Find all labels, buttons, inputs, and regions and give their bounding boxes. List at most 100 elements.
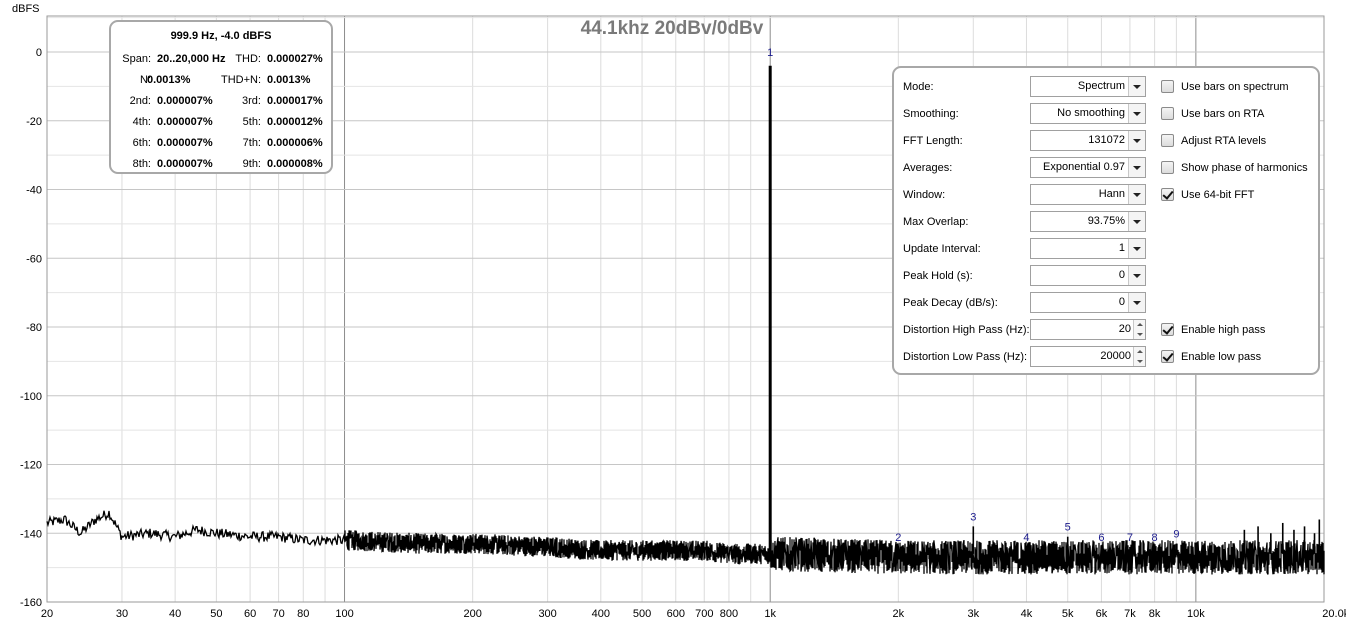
x-tick-label: 300 (538, 608, 556, 620)
enable-low-pass-label[interactable]: Enable low pass (1181, 351, 1261, 363)
mode-row: Mode: Spectrum Use bars on spectrum (894, 76, 1318, 98)
window-value: Hann (1098, 188, 1125, 200)
x-tick-label: 7k (1124, 608, 1136, 620)
x-tick-label: 40 (169, 608, 181, 620)
chevron-down-icon[interactable] (1128, 239, 1145, 258)
stats-value: 0.000012% (267, 116, 323, 128)
chevron-down-icon[interactable] (1128, 77, 1145, 96)
x-tick-label: 6k (1096, 608, 1108, 620)
phase-harmonics-label[interactable]: Show phase of harmonics (1181, 162, 1308, 174)
enable-low-pass-checkbox[interactable] (1161, 350, 1174, 363)
harmonic-marker-label: 7 (1127, 532, 1133, 544)
mode-value: Spectrum (1077, 80, 1125, 92)
stats-label: THD: (235, 53, 261, 65)
x-tick-label: 20.0k Hz (1322, 608, 1346, 620)
averages-value: Exponential 0.97 (1043, 161, 1125, 173)
x-tick-label: 500 (633, 608, 651, 620)
low-pass-stepper[interactable]: 20000 (1030, 346, 1146, 367)
chevron-down-icon[interactable] (1128, 158, 1145, 177)
smoothing-row: Smoothing: No smoothing Use bars on RTA (894, 103, 1318, 125)
peak-decay-select[interactable]: 0 (1030, 292, 1146, 313)
bars-on-rta-checkbox[interactable] (1161, 107, 1174, 120)
peak-decay-row: Peak Decay (dB/s): 0 (894, 292, 1318, 314)
low-pass-label: Distortion Low Pass (Hz): (903, 351, 1028, 363)
smoothing-label: Smoothing: (903, 108, 959, 120)
fft64-checkbox[interactable] (1161, 188, 1174, 201)
max-overlap-select[interactable]: 93.75% (1030, 211, 1146, 232)
phase-harmonics-checkbox[interactable] (1161, 161, 1174, 174)
bars-on-rta-label[interactable]: Use bars on RTA (1181, 108, 1264, 120)
stats-value: 0.000007% (157, 116, 213, 128)
low-pass-row: Distortion Low Pass (Hz): 20000 Enable l… (894, 346, 1318, 368)
bars-on-spectrum-checkbox[interactable] (1161, 80, 1174, 93)
window-select[interactable]: Hann (1030, 184, 1146, 205)
fft-length-label: FFT Length: (903, 135, 963, 147)
stats-label: Span: (122, 53, 151, 65)
update-interval-value: 1 (1118, 242, 1125, 254)
x-tick-label: 60 (244, 608, 256, 620)
harmonic-marker-label: 8 (1152, 532, 1158, 544)
spin-arrows-icon[interactable] (1133, 347, 1145, 366)
fft-length-select[interactable]: 131072 (1030, 130, 1146, 151)
x-tick-label: 2k (893, 608, 905, 620)
enable-high-pass-checkbox[interactable] (1161, 323, 1174, 336)
fft-length-row: FFT Length: 131072 Adjust RTA levels (894, 130, 1318, 152)
fft64-label[interactable]: Use 64-bit FFT (1181, 189, 1254, 201)
chevron-down-icon[interactable] (1128, 212, 1145, 231)
y-tick-label: -60 (26, 253, 42, 265)
window-row: Window: Hann Use 64-bit FFT (894, 184, 1318, 206)
smoothing-select[interactable]: No smoothing (1030, 103, 1146, 124)
update-interval-select[interactable]: 1 (1030, 238, 1146, 259)
x-tick-label: 80 (297, 608, 309, 620)
stats-row: Span: 20..20,000 Hz THD: 0.000027% (111, 53, 331, 67)
spin-arrows-icon[interactable] (1133, 320, 1145, 339)
mode-select[interactable]: Spectrum (1030, 76, 1146, 97)
peak-decay-value: 0 (1118, 296, 1125, 308)
max-overlap-value: 93.75% (1087, 215, 1125, 227)
x-tick-label: 8k (1149, 608, 1161, 620)
y-tick-label: -40 (26, 185, 42, 197)
high-pass-stepper[interactable]: 20 (1030, 319, 1146, 340)
stats-value: 0.000008% (267, 158, 323, 170)
stats-row: 6th: 0.000007% 7th: 0.000006% (111, 137, 331, 151)
peak-hold-value: 0 (1118, 269, 1125, 281)
bars-on-spectrum-label[interactable]: Use bars on spectrum (1181, 81, 1289, 93)
stats-value: 0.000006% (267, 137, 323, 149)
chart-title: 44.1khz 20dBv/0dBv (581, 18, 764, 39)
chevron-down-icon[interactable] (1128, 185, 1145, 204)
harmonic-marker-label: 4 (1023, 532, 1029, 544)
harmonic-marker-label: 2 (895, 532, 901, 544)
chevron-down-icon[interactable] (1128, 104, 1145, 123)
smoothing-value: No smoothing (1057, 107, 1125, 119)
enable-high-pass-label[interactable]: Enable high pass (1181, 324, 1265, 336)
averages-select[interactable]: Exponential 0.97 (1030, 157, 1146, 178)
harmonic-marker-label: 3 (970, 511, 976, 523)
chevron-down-icon[interactable] (1128, 131, 1145, 150)
stats-label: THD+N: (220, 74, 261, 86)
averages-row: Averages: Exponential 0.97 Show phase of… (894, 157, 1318, 179)
stats-row: N: 0.0013% THD+N: 0.0013% (111, 74, 331, 88)
x-tick-label: 600 (667, 608, 685, 620)
stats-value: 0.0013% (147, 74, 191, 86)
x-tick-label: 800 (720, 608, 738, 620)
high-pass-value: 20 (1118, 323, 1131, 335)
stats-row: 8th: 0.000007% 9th: 0.000008% (111, 158, 331, 172)
chevron-down-icon[interactable] (1128, 293, 1145, 312)
x-tick-label: 70 (272, 608, 284, 620)
max-overlap-label: Max Overlap: (903, 216, 969, 228)
x-tick-label: 200 (463, 608, 481, 620)
y-tick-label: -140 (20, 528, 42, 540)
peak-hold-select[interactable]: 0 (1030, 265, 1146, 286)
x-tick-label: 100 (335, 608, 353, 620)
adjust-rta-checkbox[interactable] (1161, 134, 1174, 147)
chevron-down-icon[interactable] (1128, 266, 1145, 285)
high-pass-label: Distortion High Pass (Hz): (903, 324, 1030, 336)
stats-value: 0.000007% (157, 158, 213, 170)
averages-label: Averages: (903, 162, 953, 174)
y-axis-unit-label: dBFS (12, 3, 40, 15)
x-tick-label: 30 (116, 608, 128, 620)
stats-row: 2nd: 0.000007% 3rd: 0.000017% (111, 95, 331, 109)
stats-row: 4th: 0.000007% 5th: 0.000012% (111, 116, 331, 130)
adjust-rta-label[interactable]: Adjust RTA levels (1181, 135, 1266, 147)
x-tick-label: 5k (1062, 608, 1074, 620)
